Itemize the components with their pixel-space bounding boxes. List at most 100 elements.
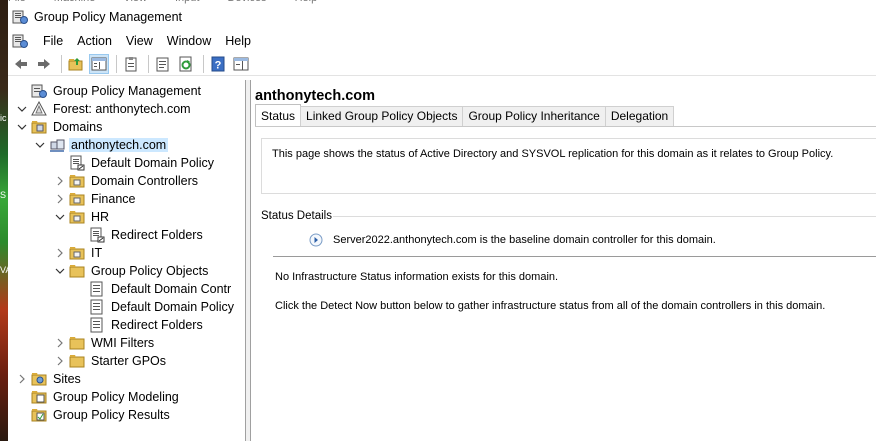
status-details-group: Status Details [261,208,876,222]
clipboard-button[interactable] [121,54,141,74]
status-details-label: Status Details [261,210,336,222]
tree-node[interactable]: Redirect Folders [8,316,245,334]
console-tree: Group Policy Management Forest: anthonyte… [8,80,246,441]
tree-node[interactable]: Domain Controllers [8,172,245,190]
tree-node-label: Group Policy Results [53,408,170,422]
tree-expander-placeholder [74,319,86,331]
tree-expander-placeholder [16,85,28,97]
modeling-icon [31,391,47,404]
tree-node[interactable]: Group Policy Management [8,82,245,100]
tree-node[interactable]: IT [8,244,245,262]
tab-linked-group-policy-objects[interactable]: Linked Group Policy Objects [300,106,464,126]
domain-icon [50,139,65,152]
tree-node[interactable]: Default Domain Policy [8,298,245,316]
show-hide-tree-button[interactable] [89,53,109,74]
tree-node-label: Domain Controllers [91,174,198,188]
help-icon: ? [211,56,225,71]
up-folder-button[interactable] [66,54,86,74]
group-line [333,216,876,217]
tree-node-label: Redirect Folders [111,228,203,242]
baseline-dc-row: Server2022.anthonytech.com is the baseli… [309,233,716,247]
tree-node[interactable]: Default Domain Policy [8,154,245,172]
chevron-down-icon[interactable] [16,103,28,115]
tree-node[interactable]: Redirect Folders [8,226,245,244]
tree-node[interactable]: Group Policy Objects [8,262,245,280]
tree-node[interactable]: WMI Filters [8,334,245,352]
folder-icon [69,337,85,350]
back-button[interactable] [11,54,31,74]
gpm-icon [31,84,47,98]
chevron-right-icon[interactable] [54,337,66,349]
details-pane: anthonytech.com Status Linked Group Polic… [251,80,876,441]
ou-icon [69,193,85,206]
chevron-right-icon[interactable] [54,355,66,367]
tree-node[interactable]: Forest: anthonytech.com [8,100,245,118]
tree-node-label: Starter GPOs [91,354,167,368]
desktop-icon-label: VA [0,265,8,275]
tab-status[interactable]: Status [255,104,302,126]
forward-button[interactable] [34,54,54,74]
show-action-pane-button[interactable] [231,54,251,74]
tree-node-label: HR [91,210,110,224]
tree-expander-placeholder [16,409,28,421]
tree-node-label: WMI Filters [91,336,155,350]
ou-icon [69,211,85,224]
refresh-button[interactable] [176,54,196,74]
detect-now-message: Click the Detect Now button below to gat… [275,300,826,312]
chevron-down-icon[interactable] [54,265,66,277]
toolbar-separator [116,54,117,73]
tree-node[interactable]: Domains [8,118,245,136]
results-icon [31,409,47,422]
menu-view[interactable]: View [119,34,160,48]
chevron-down-icon[interactable] [34,139,46,151]
menu-action[interactable]: Action [70,34,119,48]
tree-expander-placeholder [74,229,86,241]
toolbar-separator [61,54,62,73]
properties-button[interactable] [153,54,173,74]
help-button[interactable]: ? [208,54,228,74]
panes: Group Policy Management Forest: anthonyte… [8,80,876,441]
tree-node[interactable]: Default Domain Contr [8,280,245,298]
tree-node-label: Sites [53,372,81,386]
tree-node[interactable]: Group Policy Results [8,406,245,424]
chevron-down-icon[interactable] [16,121,28,133]
mmc-menu-icon[interactable] [12,33,28,49]
tree-node-label: anthonytech.com [69,138,169,152]
description-text: This page shows the status of Active Dir… [272,148,834,160]
tree-node[interactable]: HR [8,208,245,226]
menu-file[interactable]: File [36,34,70,48]
tree-expander-placeholder [16,391,28,403]
tree-node-label: Group Policy Management [53,84,201,98]
tree-node-label: IT [91,246,103,260]
chevron-right-icon[interactable] [54,193,66,205]
tab-delegation[interactable]: Delegation [604,106,675,126]
section-divider [273,256,876,257]
gpo-icon [90,299,103,315]
tree-node[interactable]: Group Policy Modeling [8,388,245,406]
menu-window[interactable]: Window [160,34,218,48]
tab-group-policy-inheritance[interactable]: Group Policy Inheritance [462,106,606,126]
title-bar: Group Policy Management [8,4,876,30]
show-action-pane-icon [233,57,249,70]
description-box: This page shows the status of Active Dir… [261,138,876,194]
gpm-window: Group Policy Management File Action View Wi… [8,4,876,441]
tree-expander-placeholder [74,301,86,313]
tree-node[interactable]: Starter GPOs [8,352,245,370]
chevron-right-icon[interactable] [54,247,66,259]
expand-circle-icon[interactable] [309,233,323,247]
back-icon [15,58,27,69]
svg-text:?: ? [215,59,222,71]
tree-node-label: Domains [53,120,103,134]
tree-node[interactable]: Finance [8,190,245,208]
chevron-down-icon[interactable] [54,211,66,223]
chevron-right-icon[interactable] [16,373,28,385]
menu-help[interactable]: Help [218,34,258,48]
toolbar-separator [203,54,204,73]
tree-node[interactable]: anthonytech.com [8,136,245,154]
gpo-link-icon [70,155,85,171]
ou-icon [69,175,85,188]
ou-icon [69,247,85,260]
tree-node[interactable]: Sites [8,370,245,388]
forest-icon [31,101,47,116]
chevron-right-icon[interactable] [54,175,66,187]
